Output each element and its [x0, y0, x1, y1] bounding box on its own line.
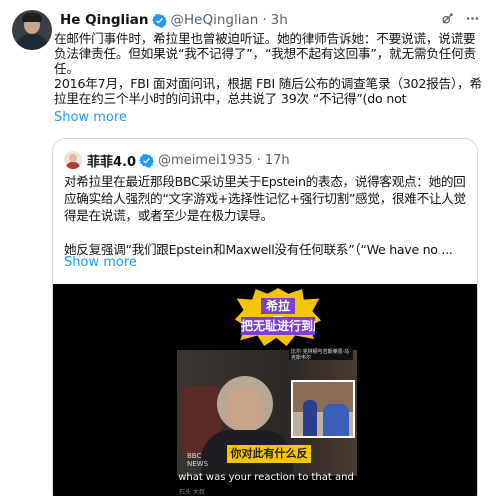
- tweet-text-line: 任。: [54, 61, 79, 76]
- video-title-banner: 希拉里 把无耻进行到底: [235, 288, 321, 346]
- banner-line-1: 希拉里: [261, 298, 295, 329]
- author-avatar[interactable]: [12, 10, 52, 50]
- quoted-text-line: 得是在说谎，或者至少是在极力误导。: [64, 208, 273, 223]
- separator-dot: ·: [262, 12, 267, 28]
- more-icon[interactable]: [465, 11, 480, 26]
- tweet-text-line: 拉里在约三个半小时的问讯中，总共说了 39次 “不记得”(do not: [54, 91, 407, 106]
- author-name[interactable]: He Qinglian: [60, 12, 149, 28]
- quoted-author-avatar[interactable]: [64, 151, 82, 169]
- inset-caption: 比尔·克林顿与吉斯莱恩·马克斯韦尔: [289, 348, 353, 360]
- tweet-text: 在邮件门事件时，希拉里也曾被迫听证。她的律师告诉她：不要说谎，说谎要 负法律责任…: [54, 31, 490, 106]
- inset-photo: [291, 380, 355, 438]
- timestamp[interactable]: 3h: [271, 12, 288, 28]
- banner-line-2: 把无耻进行到底: [241, 317, 315, 335]
- tweet-header: He Qinglian @HeQinglian · 3h: [60, 11, 288, 29]
- quoted-author-name[interactable]: 菲菲4.0: [87, 151, 136, 170]
- video-subline: 石头 大叔: [179, 489, 205, 496]
- header-actions: [440, 11, 480, 26]
- author-handle[interactable]: @HeQinglian: [171, 12, 259, 28]
- separator-dot: ·: [256, 152, 261, 168]
- quoted-tweet[interactable]: 菲菲4.0 @meimei1935 · 17h 对希拉里在最近那段BBC采访里关…: [52, 138, 478, 496]
- show-more-link[interactable]: Show more: [54, 110, 127, 125]
- tweet-card[interactable]: He Qinglian @HeQinglian · 3h 在邮件门事件时，希拉里…: [0, 0, 500, 496]
- quoted-text-line: 对希拉里在最近那段BBC采访里关于Epstein的表态，说得客观点：她的回: [64, 174, 466, 189]
- tweet-text-line: 在邮件门事件时，希拉里也曾被迫听证。她的律师告诉她：不要说谎，说谎要: [54, 31, 476, 46]
- news-watermark: BBC NEWS: [187, 452, 208, 468]
- tweet-text-line: 2016年7月，FBI 面对面问讯，根据 FBI 随后公布的调查笔录（302报告…: [54, 76, 482, 91]
- quoted-author-handle[interactable]: @meimei1935: [158, 153, 253, 168]
- grok-icon[interactable]: [440, 11, 455, 26]
- quoted-tweet-header: 菲菲4.0 @meimei1935 · 17h: [87, 151, 290, 170]
- quoted-text-gap: [64, 224, 468, 241]
- quoted-show-more-link[interactable]: Show more: [64, 255, 137, 270]
- quoted-timestamp[interactable]: 17h: [265, 153, 290, 168]
- chinese-subtitle: 你对此有什么反应?: [227, 445, 311, 478]
- watermark-line: BBC: [187, 452, 202, 460]
- verified-badge-icon: [139, 153, 154, 168]
- verified-badge-icon: [151, 13, 167, 28]
- english-subtitle: what was your reaction to that and: [178, 472, 354, 483]
- tweet-text-line: 负法律责任。但如果说“我不记得了”，“我想不起有这回事”，就无需负任何责: [54, 46, 476, 61]
- quoted-text-line: 应确实给人强烈的“文字游戏+选择性记忆+强行切割”感觉，很难不让人觉: [64, 191, 466, 206]
- quoted-tweet-text: 对希拉里在最近那段BBC采访里关于Epstein的表态，说得客观点：她的回 应确…: [64, 173, 468, 258]
- video-player[interactable]: 希拉里 把无耻进行到底 比尔·克林顿与吉斯莱恩·马克斯韦尔 BBC NEWS: [53, 284, 477, 496]
- watermark-line: NEWS: [187, 460, 209, 468]
